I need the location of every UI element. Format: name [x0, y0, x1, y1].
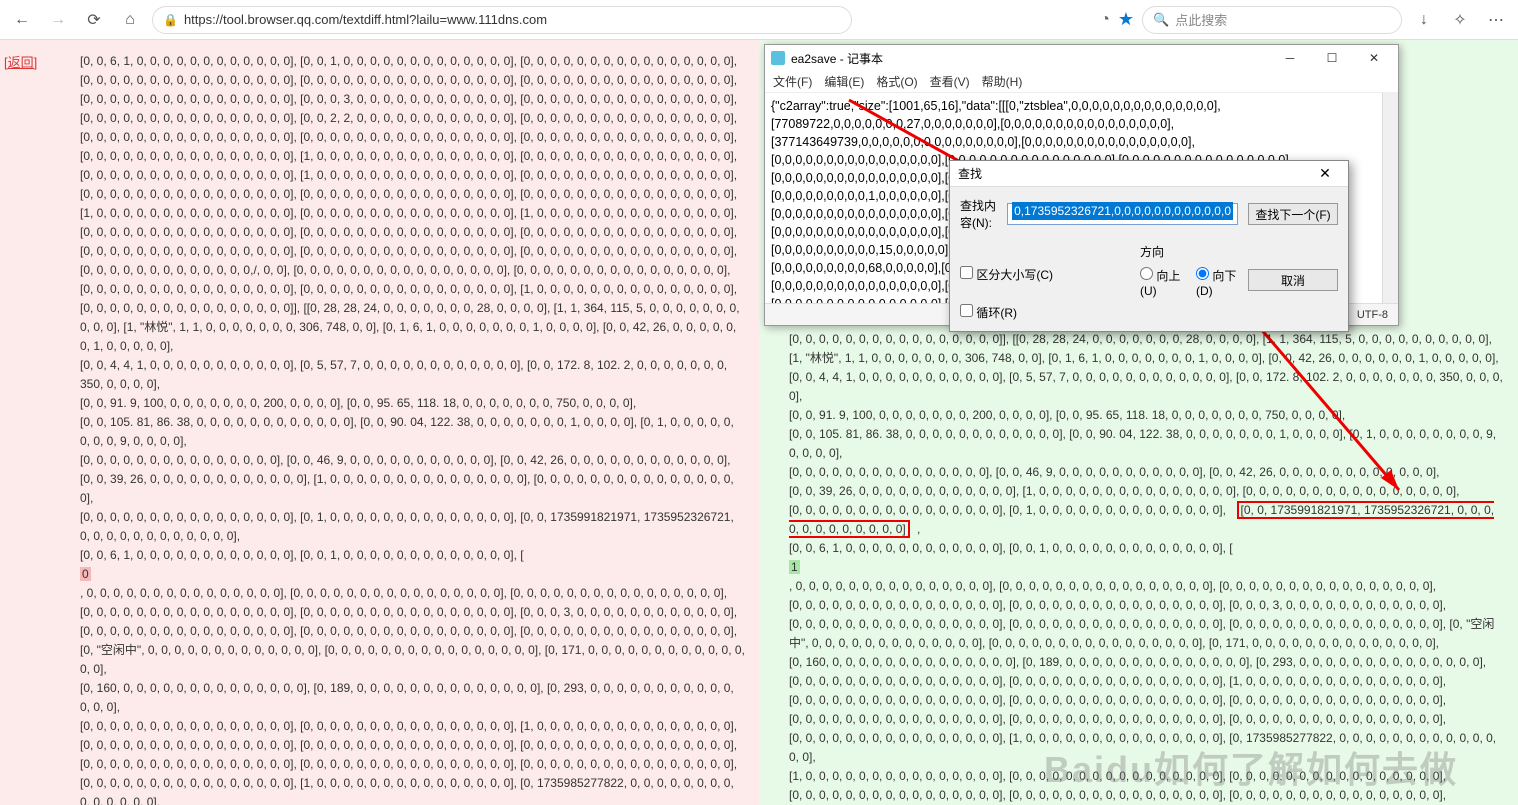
diff-removed-marker: 0	[80, 567, 91, 581]
notepad-icon	[771, 51, 785, 65]
search-placeholder: 点此搜索	[1175, 10, 1227, 29]
forward-button[interactable]: →	[44, 6, 72, 34]
diff-left-column: [返回] [0, 0, 6, 1, 0, 0, 0, 0, 0, 0, 0, 0…	[0, 40, 759, 805]
diff-left-content: [0, 0, 6, 1, 0, 0, 0, 0, 0, 0, 0, 0, 0, …	[0, 40, 759, 805]
find-titlebar[interactable]: 查找 ✕	[950, 161, 1348, 187]
diff-container: [返回] [0, 0, 6, 1, 0, 0, 0, 0, 0, 0, 0, 0…	[0, 40, 1518, 805]
direction-up[interactable]: 向上(U)	[1140, 267, 1182, 298]
direction-down[interactable]: 向下(D)	[1196, 267, 1238, 298]
refresh-button[interactable]: ⟳	[80, 6, 108, 34]
menu-view[interactable]: 查看(V)	[930, 73, 970, 90]
close-button[interactable]: ✕	[1356, 46, 1392, 70]
find-close-button[interactable]: ✕	[1310, 165, 1340, 182]
find-next-button[interactable]: 查找下一个(F)	[1248, 203, 1338, 225]
minimize-button[interactable]: ─	[1272, 46, 1308, 70]
diff-right-column: [0, 0, 0, 0, 0, 0, 0, 0, 0, 0, 0, 0, 0, …	[759, 40, 1518, 805]
diff-added-marker: 1	[789, 560, 800, 574]
find-title: 查找	[958, 165, 1310, 182]
find-input[interactable]: 0,1735952326721,0,0,0,0,0,0,0,0,0,0,0,0	[1007, 203, 1238, 225]
diff-text: [0, 0, 6, 1, 0, 0, 0, 0, 0, 0, 0, 0, 0, …	[80, 54, 743, 562]
cancel-button[interactable]: 取消	[1248, 269, 1338, 291]
notepad-title: ea2save - 记事本	[791, 50, 1266, 67]
extensions-button[interactable]: ✧	[1446, 6, 1474, 34]
menu-file[interactable]: 文件(F)	[773, 73, 812, 90]
notepad-titlebar[interactable]: ea2save - 记事本 ─ ☐ ✕	[765, 45, 1398, 71]
qq-icon[interactable]: ◔	[1100, 11, 1110, 29]
find-input-value: 0,1735952326721,0,0,0,0,0,0,0,0,0,0,0,0	[1012, 202, 1233, 220]
status-encoding: UTF-8	[1357, 309, 1388, 321]
menu-format[interactable]: 格式(O)	[876, 73, 917, 90]
url-text: https://tool.browser.qq.com/textdiff.htm…	[184, 12, 547, 27]
maximize-button[interactable]: ☐	[1314, 46, 1350, 70]
wrap-checkbox[interactable]: 循环(R)	[960, 304, 1238, 321]
diff-text: [0, 0, 0, 0, 0, 0, 0, 0, 0, 0, 0, 0, 0, …	[789, 332, 1506, 517]
browser-toolbar: ← → ⟳ ⌂ 🔒 https://tool.browser.qq.com/te…	[0, 0, 1518, 40]
notepad-menubar: 文件(F) 编辑(E) 格式(O) 查看(V) 帮助(H)	[765, 71, 1398, 93]
direction-label: 方向	[1140, 243, 1164, 260]
search-bar[interactable]: 🔍 点此搜索	[1142, 6, 1402, 34]
find-label: 查找内容(N):	[960, 197, 997, 231]
home-button[interactable]: ⌂	[116, 6, 144, 34]
url-bar[interactable]: 🔒 https://tool.browser.qq.com/textdiff.h…	[152, 6, 852, 34]
diff-text: , 0, 0, 0, 0, 0, 0, 0, 0, 0, 0, 0, 0, 0,…	[80, 586, 748, 805]
find-dialog: 查找 ✕ 查找内容(N): 0,1735952326721,0,0,0,0,0,…	[949, 160, 1349, 332]
download-button[interactable]: ↓	[1410, 6, 1438, 34]
search-icon: 🔍	[1153, 12, 1169, 28]
menu-help[interactable]: 帮助(H)	[982, 73, 1023, 90]
watermark: Baidu如何了解如何去做	[1044, 741, 1458, 793]
back-link[interactable]: [返回]	[4, 52, 37, 71]
lock-icon: 🔒	[163, 13, 178, 27]
scrollbar[interactable]	[1382, 93, 1398, 303]
menu-edit[interactable]: 编辑(E)	[824, 73, 864, 90]
favorite-icon[interactable]: ★	[1118, 9, 1134, 30]
menu-button[interactable]: ⋯	[1482, 6, 1510, 34]
back-button[interactable]: ←	[8, 6, 36, 34]
